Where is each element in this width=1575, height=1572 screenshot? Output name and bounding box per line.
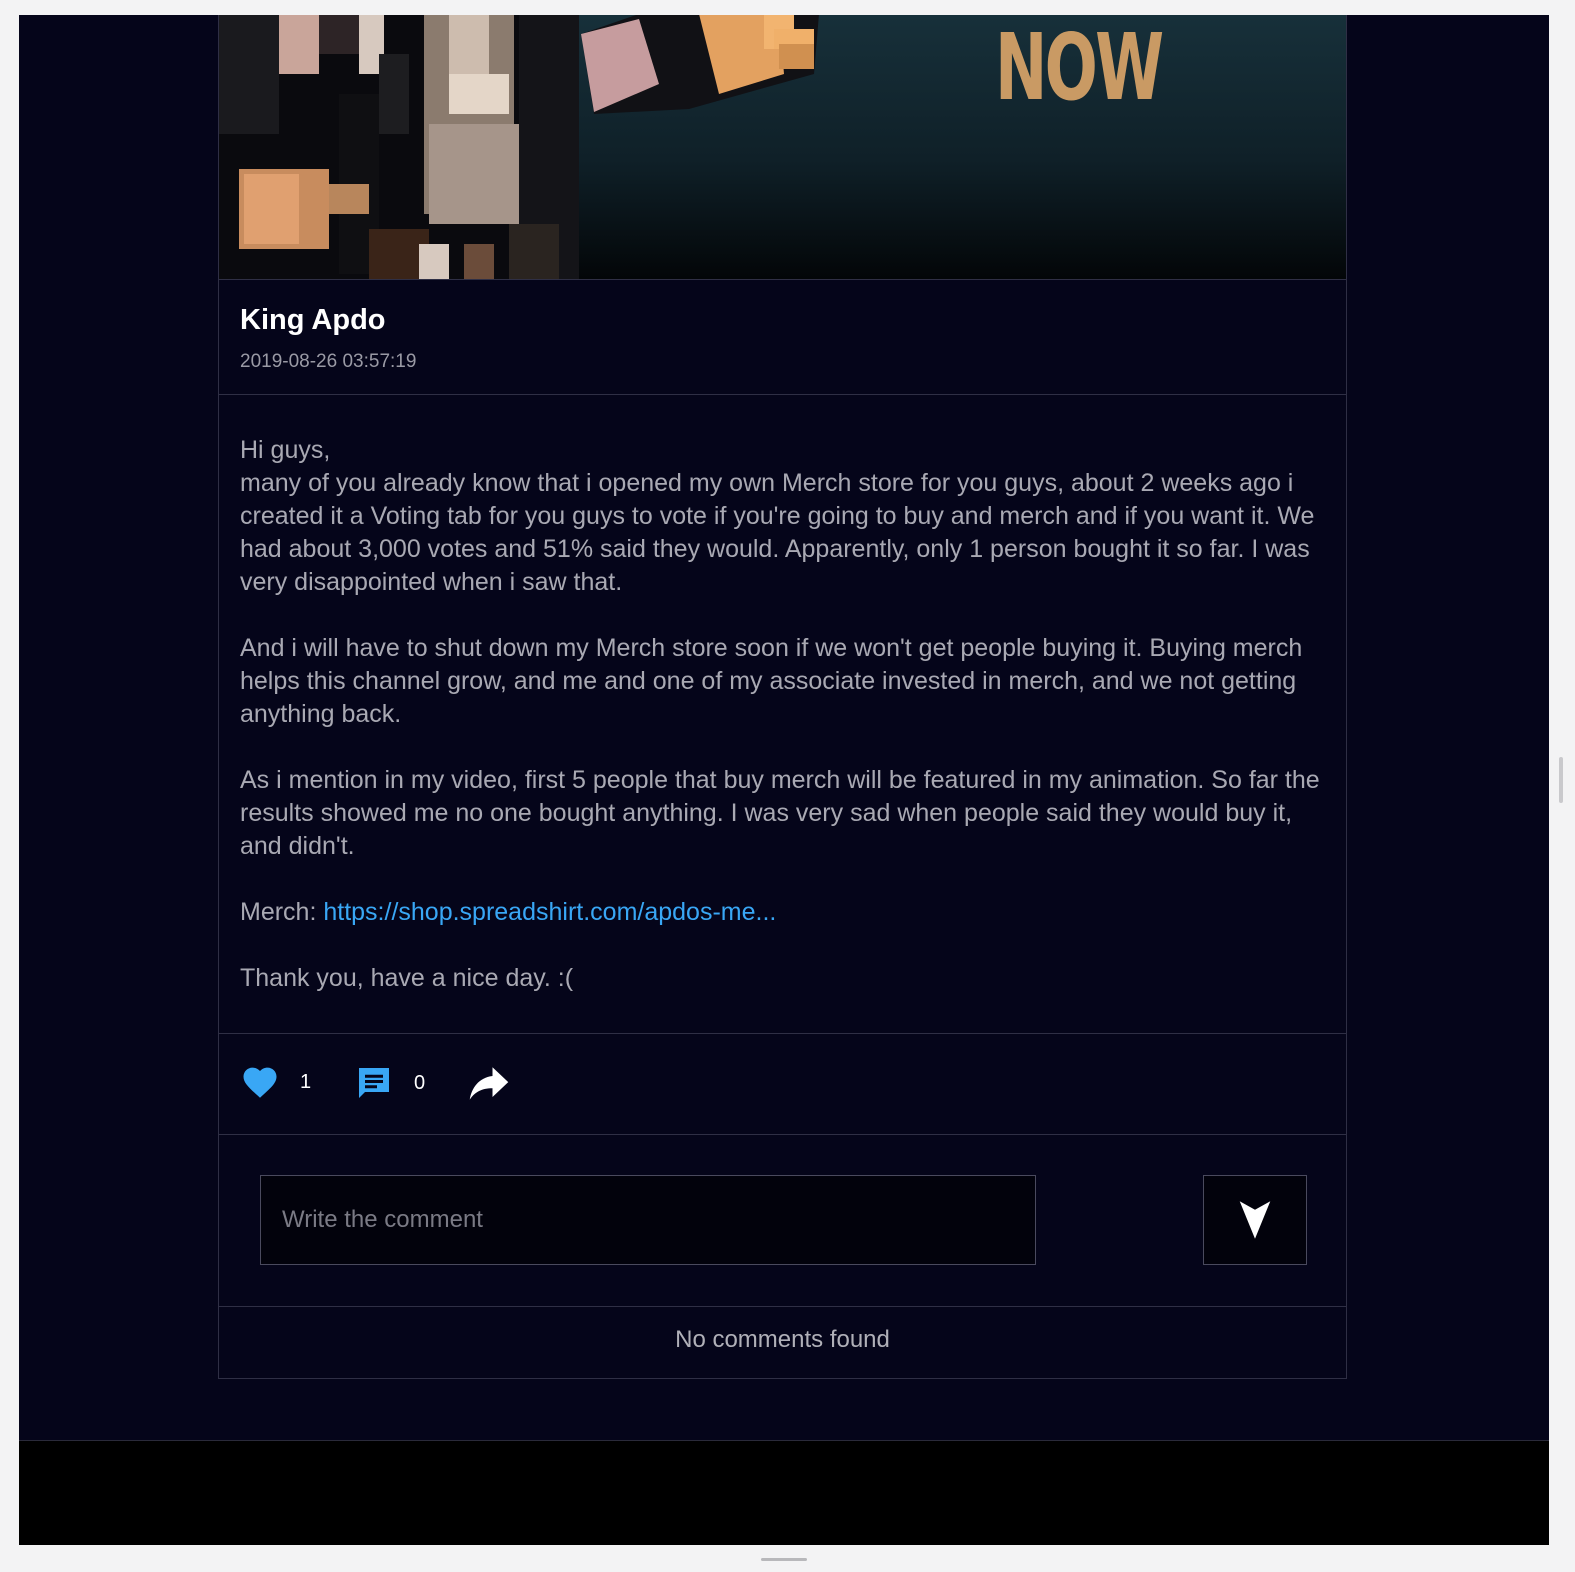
post-header: King Apdo 2019-08-26 03:57:19 xyxy=(219,280,1346,395)
post-date: 2019-08-26 03:57:19 xyxy=(240,351,417,372)
heart-icon xyxy=(243,1067,277,1098)
page-footer xyxy=(19,1440,1549,1545)
like-count: 1 xyxy=(300,1070,312,1093)
post-paragraph: As i mention in my video, first 5 people… xyxy=(240,766,1320,860)
resize-handle[interactable] xyxy=(761,1558,807,1561)
post-paragraph: Hi guys, many of you already know that i… xyxy=(240,436,1315,596)
comment-count: 0 xyxy=(414,1071,426,1094)
post-banner-image: NOW xyxy=(219,15,1346,280)
author-name[interactable]: King Apdo xyxy=(240,304,386,337)
comment-button[interactable]: 0 xyxy=(356,1065,425,1101)
share-icon xyxy=(469,1067,509,1100)
no-comments-message: No comments found xyxy=(675,1326,890,1353)
post-body: Hi guys, many of you already know that i… xyxy=(240,434,1330,1028)
comment-icon xyxy=(359,1068,389,1098)
post-paragraph: And i will have to shut down my Merch st… xyxy=(240,634,1303,728)
app-window: NOW King Apdo 2019-08-26 03:57:19 Hi guy… xyxy=(19,15,1549,1545)
scrollbar-thumb[interactable] xyxy=(1559,757,1563,803)
post-card: NOW King Apdo 2019-08-26 03:57:19 Hi guy… xyxy=(218,15,1347,1379)
merch-label: Merch: xyxy=(240,898,324,926)
send-arrow-icon xyxy=(1239,1201,1271,1239)
merch-link[interactable]: https://shop.spreadshirt.com/apdos-me... xyxy=(323,898,776,926)
post-closing: Thank you, have a nice day. :( xyxy=(240,964,574,992)
comment-input[interactable] xyxy=(260,1175,1036,1265)
banner-title-text: NOW xyxy=(995,15,1164,121)
comment-form xyxy=(219,1135,1346,1307)
share-button[interactable] xyxy=(468,1065,510,1101)
post-actions-bar: 1 0 xyxy=(219,1033,1346,1135)
like-button[interactable]: 1 xyxy=(242,1065,311,1099)
merch-line: Merch: https://shop.spreadshirt.com/apdo… xyxy=(240,896,1330,929)
send-comment-button[interactable] xyxy=(1203,1175,1307,1265)
